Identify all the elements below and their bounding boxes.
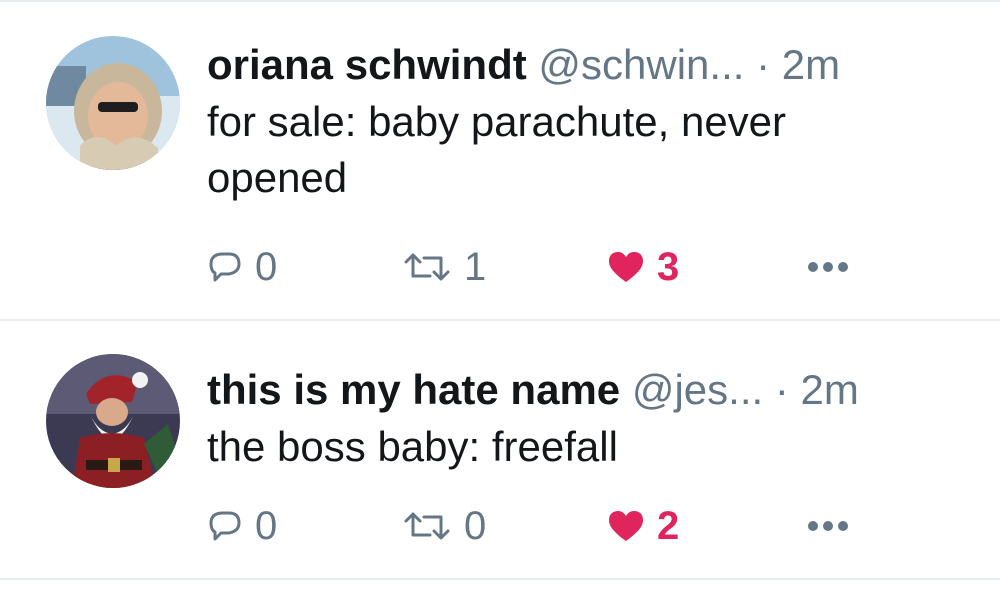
heart-icon xyxy=(609,511,643,541)
display-name[interactable]: oriana schwindt xyxy=(207,41,527,88)
like-button[interactable]: 3 xyxy=(607,242,679,292)
display-name[interactable]: this is my hate name xyxy=(207,366,620,413)
retweet-button[interactable]: 1 xyxy=(402,242,486,292)
retweet-count: 0 xyxy=(464,503,487,548)
more-options-icon xyxy=(808,262,848,272)
reply-button[interactable]: 0 xyxy=(207,242,277,292)
bottom-divider xyxy=(0,578,1000,580)
separator: · xyxy=(756,41,771,88)
retweet-count: 1 xyxy=(464,244,487,289)
like-count: 3 xyxy=(657,244,680,289)
tweet[interactable]: oriana schwindt @schwin... · 2m for sale… xyxy=(0,0,1000,320)
more-button[interactable] xyxy=(807,242,849,292)
avatar[interactable] xyxy=(46,354,180,488)
tweet-text: for sale: baby parachute, never opened xyxy=(207,98,787,201)
reply-count: 0 xyxy=(255,244,278,289)
retweet-icon xyxy=(404,512,450,540)
user-handle[interactable]: @schwin... xyxy=(538,41,744,88)
reply-icon xyxy=(209,252,241,282)
tweet-actions: 0 1 3 xyxy=(207,242,927,292)
retweet-icon xyxy=(404,253,450,281)
tweet-header: oriana schwindt @schwin... · 2m xyxy=(207,38,960,92)
avatar[interactable] xyxy=(46,36,180,170)
tweet-text: the boss baby: freefall xyxy=(207,423,618,470)
like-count: 2 xyxy=(657,503,680,548)
user-handle[interactable]: @jes... xyxy=(632,366,763,413)
santa-claus-avatar-icon xyxy=(46,354,180,488)
tweet[interactable]: this is my hate name @jes... · 2m the bo… xyxy=(0,321,1000,579)
tweet-header: this is my hate name @jes... · 2m xyxy=(207,363,960,417)
retweet-button[interactable]: 0 xyxy=(402,501,486,551)
timestamp[interactable]: 2m xyxy=(782,41,840,88)
separator: · xyxy=(774,366,789,413)
woman-in-fur-hood-avatar-icon xyxy=(46,36,180,170)
reply-button[interactable]: 0 xyxy=(207,501,277,551)
reply-icon xyxy=(209,511,241,541)
tweet-actions: 0 0 2 xyxy=(207,501,927,551)
timestamp[interactable]: 2m xyxy=(801,366,859,413)
reply-count: 0 xyxy=(255,503,278,548)
like-button[interactable]: 2 xyxy=(607,501,679,551)
more-button[interactable] xyxy=(807,501,849,551)
heart-icon xyxy=(609,252,643,282)
more-options-icon xyxy=(808,521,848,531)
